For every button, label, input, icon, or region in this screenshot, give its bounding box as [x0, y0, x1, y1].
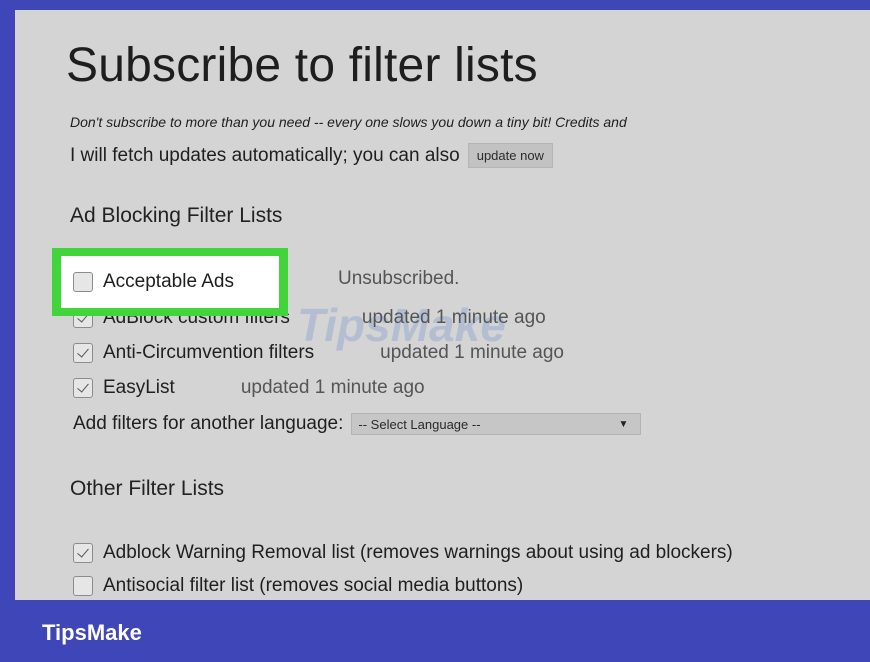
subscription-note: Don't subscribe to more than you need --… [70, 114, 627, 130]
easylist-checkbox[interactable] [73, 378, 93, 398]
fetch-updates-line: I will fetch updates automatically; you … [70, 143, 553, 168]
anti-circumvention-checkbox[interactable] [73, 343, 93, 363]
antisocial-label: Antisocial filter list (removes social m… [103, 575, 524, 596]
antisocial-row[interactable]: Antisocial filter list (removes social m… [73, 573, 523, 599]
language-line: Add filters for another language: -- Sel… [73, 413, 642, 435]
page-title: Subscribe to filter lists [66, 39, 538, 92]
acceptable-ads-status: Unsubscribed. [338, 268, 460, 289]
update-now-button[interactable]: update now [467, 143, 553, 168]
adblock-warning-removal-checkbox[interactable] [73, 543, 93, 563]
fetch-text: I will fetch updates automatically; you … [70, 144, 460, 166]
language-label: Add filters for another language: [73, 413, 344, 434]
adblock-warning-removal-row[interactable]: Adblock Warning Removal list (removes wa… [73, 540, 733, 566]
antisocial-checkbox[interactable] [73, 576, 93, 596]
anti-circumvention-label: Anti-Circumvention filters [103, 342, 315, 363]
adblock-warning-removal-label: Adblock Warning Removal list (removes wa… [103, 542, 733, 563]
footer-bar: TipsMake [0, 600, 870, 662]
language-select[interactable]: -- Select Language -- ▼ [351, 413, 642, 435]
easylist-status: updated 1 minute ago [240, 377, 425, 398]
acceptable-ads-label: Acceptable Ads [103, 271, 234, 292]
ad-blocking-heading: Ad Blocking Filter Lists [70, 204, 283, 227]
acceptable-ads-row[interactable]: Acceptable Ads [61, 256, 279, 308]
chevron-down-icon: ▼ [618, 418, 629, 430]
anti-circumvention-row[interactable]: Anti-Circumvention filters updated 1 min… [73, 340, 564, 366]
language-select-value: -- Select Language -- [358, 416, 481, 432]
brand-logo: TipsMake [42, 620, 142, 645]
easylist-row[interactable]: EasyList updated 1 minute ago [73, 375, 425, 401]
options-panel: Subscribe to filter lists Don't subscrib… [15, 10, 870, 600]
acceptable-ads-highlight: Acceptable Ads [52, 248, 288, 316]
anti-circumvention-status: updated 1 minute ago [380, 342, 564, 363]
acceptable-ads-checkbox[interactable] [73, 272, 93, 292]
adblock-custom-status: updated 1 minute ago [361, 307, 546, 328]
acceptable-ads-status-wrap: Unsubscribed. [338, 266, 459, 292]
easylist-label: EasyList [103, 377, 175, 398]
other-lists-heading: Other Filter Lists [70, 477, 225, 500]
